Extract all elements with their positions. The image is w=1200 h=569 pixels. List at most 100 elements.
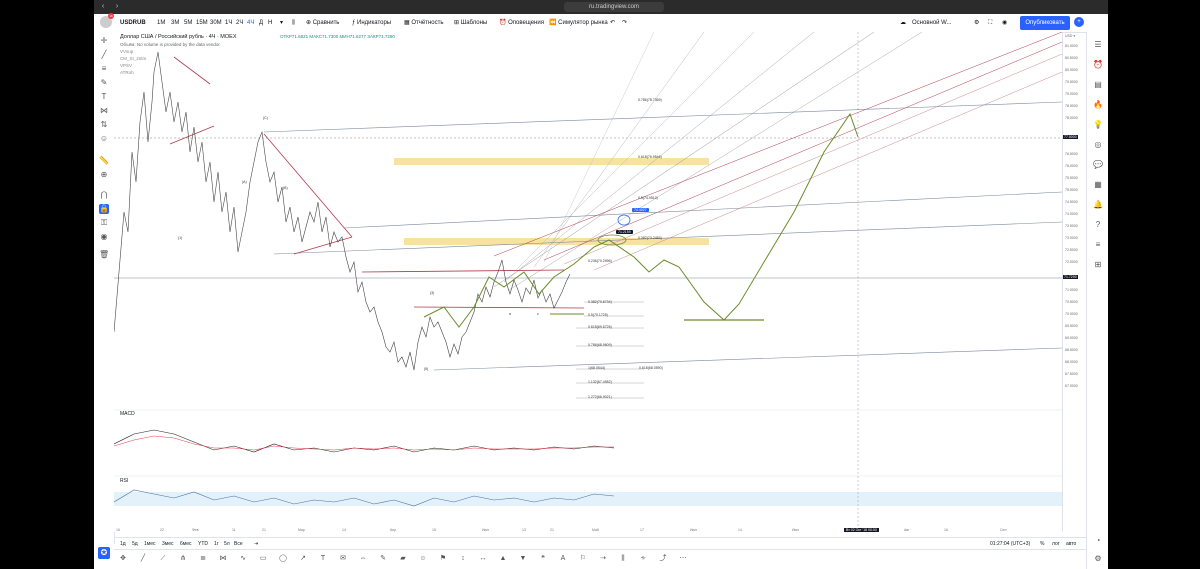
forward-icon[interactable]: › xyxy=(112,3,122,11)
tf-5m[interactable]: 5М xyxy=(184,18,192,28)
brush-icon[interactable]: ✎ xyxy=(99,78,109,88)
watchlist-icon[interactable]: ☰ xyxy=(1093,40,1103,50)
range-3m[interactable]: 3мес xyxy=(162,540,174,548)
candles-icon[interactable]: ⫼ xyxy=(292,18,295,28)
emoji-tool-icon[interactable]: ☺ xyxy=(418,554,428,564)
object-tree-icon[interactable]: ⊞ xyxy=(1093,260,1103,270)
tf-2h[interactable]: 2Ч xyxy=(236,18,243,28)
price-chart[interactable] xyxy=(114,32,1062,532)
chevron-down-icon[interactable]: ▾ xyxy=(280,18,283,28)
financials-button[interactable]: ▦ Отчётность xyxy=(404,18,444,28)
help-circle-icon[interactable]: ◔ xyxy=(1093,536,1103,546)
logo-icon[interactable]: ✪ xyxy=(98,547,110,559)
more-tools-icon[interactable]: ⋯ xyxy=(678,554,688,564)
trash-icon[interactable]: 🗑 xyxy=(99,250,109,260)
compare-button[interactable]: ⊕ Сравнить xyxy=(306,18,339,28)
alerts-button[interactable]: ⏰ Оповещения xyxy=(499,18,544,28)
rsi-label[interactable]: RSI xyxy=(120,478,128,484)
zoom-icon[interactable]: ⊕ xyxy=(99,170,109,180)
camera-icon[interactable]: ◉ xyxy=(1002,18,1007,28)
text-tool-icon[interactable]: T xyxy=(318,554,328,564)
tf-d[interactable]: Д xyxy=(259,18,263,28)
price-range-tool-icon[interactable]: ↕ xyxy=(458,554,468,564)
ellipse-tool-icon[interactable]: ◯ xyxy=(278,554,288,564)
highlighter-tool-icon[interactable]: ▰ xyxy=(398,554,408,564)
pattern-icon[interactable]: ⋈ xyxy=(99,106,109,116)
bars-pattern-icon[interactable]: ⫼ xyxy=(618,554,628,564)
lock-icon[interactable]: 🔒 xyxy=(99,204,109,214)
macd-label[interactable]: MACD xyxy=(120,411,135,417)
templates-button[interactable]: ⊞ Шаблоны xyxy=(454,18,487,28)
data-window-icon[interactable]: ▤ xyxy=(1093,80,1103,90)
redo-icon[interactable]: ↷ xyxy=(622,18,627,28)
indicator-legend-4[interactable]: ATRoh xyxy=(120,69,237,76)
avatar[interactable]: 16 xyxy=(100,13,116,30)
settings-icon[interactable]: ⚙ xyxy=(974,18,979,28)
cursor-icon[interactable]: ✥ xyxy=(118,554,128,564)
percent-toggle[interactable]: % xyxy=(1040,540,1044,548)
date-range-tool-icon[interactable]: ↔ xyxy=(478,554,488,564)
range-6m[interactable]: 6мес xyxy=(180,540,192,548)
pitchfork-tool-icon[interactable]: ⋔ xyxy=(178,554,188,564)
range-1m[interactable]: 1мес xyxy=(144,540,156,548)
ideas-icon[interactable]: 💡 xyxy=(1093,120,1103,130)
settings-gear-icon[interactable]: ⚙ xyxy=(1093,554,1103,564)
currency-label[interactable]: USD ▾ xyxy=(1065,34,1075,38)
tf-4h[interactable]: 4Ч xyxy=(247,18,254,28)
eye-icon[interactable]: ◉ xyxy=(99,232,109,242)
magnet-icon[interactable]: ⋂ xyxy=(99,190,109,200)
measure-tool-icon[interactable]: ⇔ xyxy=(358,554,368,564)
signpost-icon[interactable]: ⚐ xyxy=(578,554,588,564)
ruler-icon[interactable]: 📏 xyxy=(99,156,109,166)
tf-1h[interactable]: 1Ч xyxy=(225,18,232,28)
range-5y[interactable]: 5л xyxy=(224,540,230,548)
crosshair-icon[interactable]: ✛ xyxy=(99,36,109,46)
add-icon[interactable]: + xyxy=(1074,17,1084,27)
callout-icon[interactable]: ❝ xyxy=(538,554,548,564)
text-icon[interactable]: T xyxy=(99,92,109,102)
time-axis[interactable]: 16 22 Фев 11 21 Мар 14 Апр 15 Июн 13 21 … xyxy=(114,528,1062,536)
flag-tool-icon[interactable]: ⚑ xyxy=(438,554,448,564)
fullscreen-icon[interactable]: ⛶ xyxy=(988,18,992,28)
tf-15m[interactable]: 15М xyxy=(196,18,208,28)
pattern-tool-icon[interactable]: ⋈ xyxy=(218,554,228,564)
tf-30m[interactable]: 30М xyxy=(210,18,222,28)
ghost-feed-icon[interactable]: ∻ xyxy=(638,554,648,564)
calendar-icon[interactable]: ▦ xyxy=(1093,180,1103,190)
brush-tool-icon[interactable]: ✎ xyxy=(378,554,388,564)
forecast-icon[interactable]: ⇢ xyxy=(598,554,608,564)
path-tool-icon[interactable]: ∿ xyxy=(238,554,248,564)
indicator-legend-3[interactable]: VPSV xyxy=(120,62,237,69)
ray-tool-icon[interactable]: ⟋ xyxy=(158,554,168,564)
tf-w[interactable]: Н xyxy=(268,18,272,28)
range-1d[interactable]: 1д xyxy=(120,540,126,548)
range-5d[interactable]: 5д xyxy=(132,540,138,548)
publish-button[interactable]: Опубликовать xyxy=(1020,16,1070,30)
chat-icon[interactable]: 💬 xyxy=(1093,160,1103,170)
undo-icon[interactable]: ↶ xyxy=(610,18,615,28)
tf-3m[interactable]: 3М xyxy=(171,18,179,28)
note-tool-icon[interactable]: ✉ xyxy=(338,554,348,564)
projection-icon[interactable]: ⤴ xyxy=(658,554,668,564)
anchored-text-icon[interactable]: A xyxy=(558,554,568,564)
long-position-icon[interactable]: ▲ xyxy=(498,554,508,564)
layout-name[interactable]: Основной W... xyxy=(912,18,952,28)
indicators-button[interactable]: ƒ Индикаторы xyxy=(352,18,391,28)
range-all[interactable]: Все xyxy=(234,540,243,548)
goto-date-icon[interactable]: ⇥ xyxy=(254,540,258,548)
trendline-icon[interactable]: ╱ xyxy=(99,50,109,60)
address-bar[interactable]: ru.tradingview.com xyxy=(564,2,664,12)
replay-button[interactable]: ⏪ Симулятор рынка xyxy=(549,18,608,28)
dom-icon[interactable]: ≡ xyxy=(1093,240,1103,250)
auto-toggle[interactable]: авто xyxy=(1066,540,1076,548)
prediction-icon[interactable]: ⇅ xyxy=(99,120,109,130)
hotlists-icon[interactable]: 🔥 xyxy=(1093,100,1103,110)
tf-1m[interactable]: 1М xyxy=(157,18,165,28)
log-toggle[interactable]: лог xyxy=(1052,540,1060,548)
cloud-icon[interactable]: ☁ xyxy=(900,18,906,28)
fib-tool-icon[interactable]: ≣ xyxy=(198,554,208,564)
streams-icon[interactable]: ◎ xyxy=(1093,140,1103,150)
lock-drawings-icon[interactable]: ⚿ xyxy=(99,218,109,228)
symbol-search[interactable]: USDRUB xyxy=(120,18,146,28)
rect-tool-icon[interactable]: ▭ xyxy=(258,554,268,564)
